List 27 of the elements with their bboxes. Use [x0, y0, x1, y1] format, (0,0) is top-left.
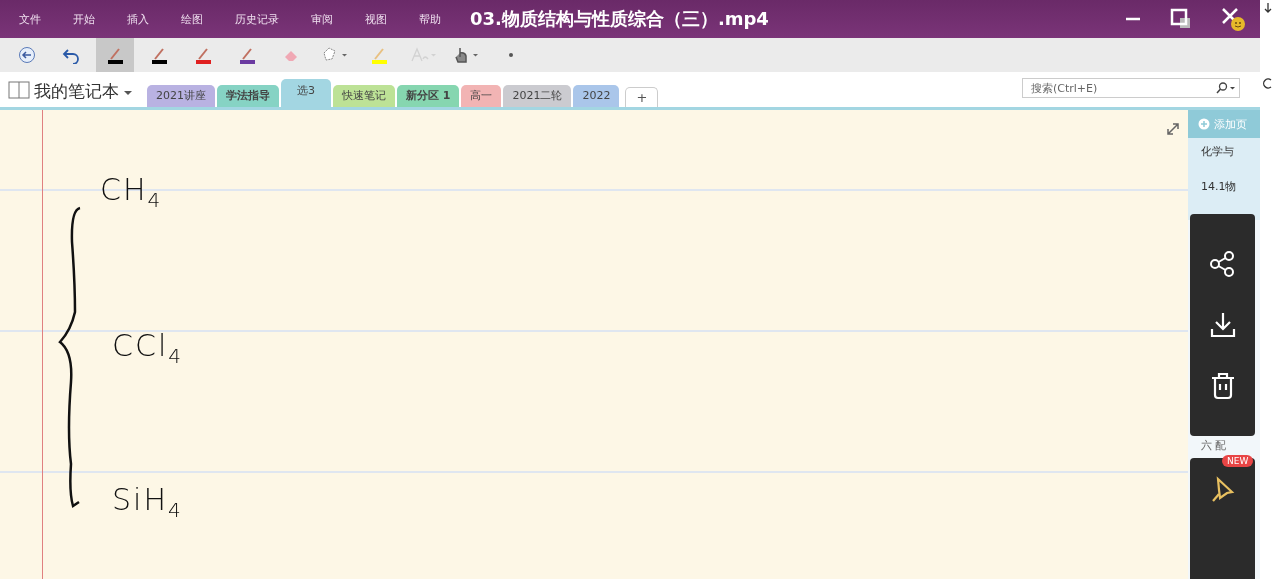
- handwritten-text: CCl$_{4}$: [112, 328, 183, 368]
- section-tab[interactable]: 快速笔记: [333, 85, 395, 107]
- add-section-tab[interactable]: +: [625, 87, 659, 107]
- notebook-name[interactable]: 我的笔记本: [34, 80, 119, 103]
- menu-item[interactable]: 插入: [118, 5, 158, 33]
- section-tab[interactable]: 学法指导: [217, 85, 279, 107]
- section-tab[interactable]: 新分区 1: [397, 85, 460, 107]
- section-tab[interactable]: 2021二轮: [503, 85, 572, 107]
- page-item[interactable]: 化学与: [1201, 144, 1260, 159]
- new-badge: NEW: [1222, 455, 1254, 467]
- section-tab[interactable]: 高一: [461, 85, 502, 107]
- menu-item[interactable]: 审阅: [302, 5, 342, 33]
- menu-item[interactable]: 帮助: [410, 5, 450, 33]
- window-title: 03.物质结构与性质综合（三）.mp4: [470, 7, 769, 31]
- section-tab[interactable]: 选3: [281, 79, 331, 107]
- search-field[interactable]: 搜索(Ctrl+E): [1022, 78, 1240, 98]
- handwritten-text: CH$_{4}$: [100, 172, 163, 212]
- page-item[interactable]: 六 配: [1201, 438, 1260, 453]
- menu-item[interactable]: 视图: [356, 5, 396, 33]
- handwritten-text: SiH$_{4}$: [112, 482, 183, 522]
- page-item[interactable]: 14.1物: [1201, 179, 1260, 194]
- section-tab[interactable]: 2021讲座: [147, 85, 215, 107]
- menu-item[interactable]: 文件: [10, 5, 50, 33]
- menu-item[interactable]: 绘图: [172, 5, 212, 33]
- menu-item[interactable]: 开始: [64, 5, 104, 33]
- section-tab[interactable]: 2022: [573, 85, 620, 107]
- menu-item[interactable]: 历史记录: [226, 5, 288, 33]
